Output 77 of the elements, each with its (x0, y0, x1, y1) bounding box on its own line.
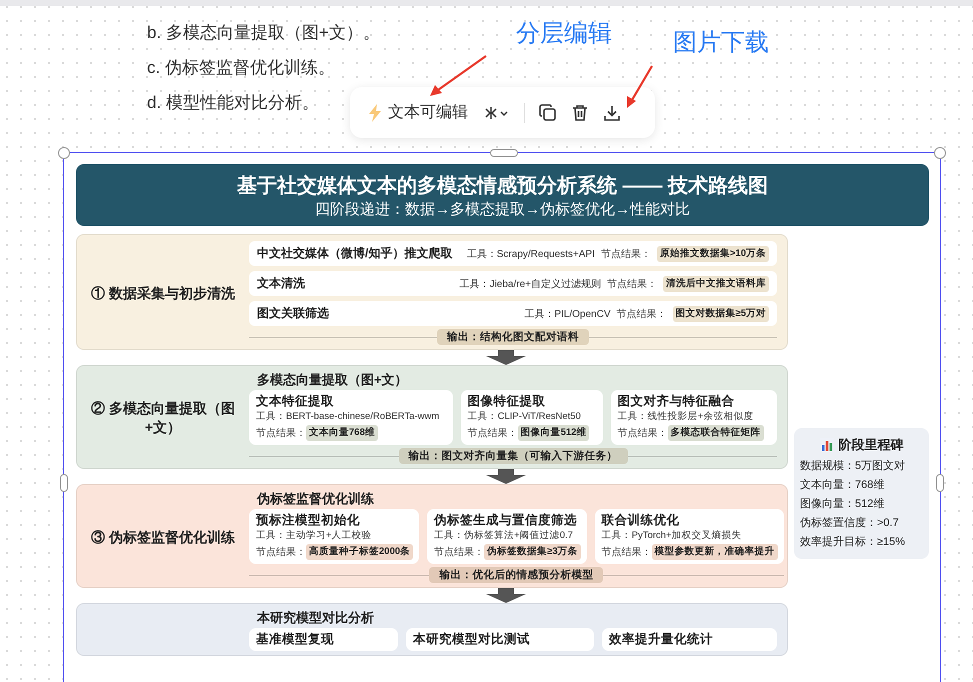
result-label: 节点结果： (618, 426, 668, 440)
step-name: 联合训练优化 (602, 512, 681, 528)
down-arrow-icon (486, 350, 526, 365)
list-item: d. 模型性能对比分析。 (147, 92, 319, 114)
resize-handle[interactable] (490, 149, 518, 157)
down-arrow-icon (486, 588, 526, 603)
step-name: 效率提升量化统计 (609, 631, 714, 647)
result-label: 节点结果： (607, 278, 657, 290)
tool-text: 工具：BERT-base-chinese/RoBERTa-wwm (256, 410, 440, 424)
milestone-item: 伪标签置信度：>0.7 (800, 516, 900, 531)
step-name: 中文社交媒体（微博/知乎）推文爬取 (257, 245, 454, 262)
result-label: 节点结果： (468, 426, 518, 440)
result-label: 节点结果： (256, 426, 306, 440)
annotation-label: 图片下载 (673, 28, 769, 58)
result-tag: 图像向量512维 (518, 425, 590, 441)
result-label: 节点结果： (256, 546, 306, 559)
milestone-item: 图像向量：512维 (800, 496, 886, 512)
output-tag: 输出：优化后的情感预分析模型 (429, 567, 604, 583)
list-item: c. 伪标签监督优化训练。 (147, 57, 335, 79)
result-tag: 文本向量768维 (306, 425, 378, 441)
output-tag: 输出：图文对齐向量集（可输入下游任务） (398, 448, 628, 464)
step-name: 图文对齐与特征融合 (618, 393, 736, 409)
result-tag: 清洗后中文推文语料库 (663, 276, 769, 292)
annotation-arrow (624, 64, 654, 110)
milestone-item: 数据规模：5万图文对 (800, 458, 906, 474)
annotation-label: 分层编辑 (516, 19, 612, 49)
step-name: 图像特征提取 (468, 393, 547, 409)
milestone-title: 阶段里程碑 (838, 436, 904, 454)
list-item: b. 多模态向量提取（图+文）。 (147, 22, 380, 44)
copy-icon[interactable] (539, 104, 557, 122)
resize-handle[interactable] (934, 147, 946, 159)
tool-text: 工具：伪标签算法+阈值过滤0.7 (434, 529, 574, 543)
stage-label: ③ 伪标签监督优化训练 (91, 528, 235, 546)
diagram-title: 基于社交媒体文本的多模态情感预分析系统 —— 技术路线图 (236, 174, 770, 199)
result-tag: 模型参数更新，准确率提升 (652, 544, 778, 560)
output-tag: 输出：结构化图文配对语料 (437, 329, 589, 345)
result-tag: 高质量种子标签2000条 (306, 544, 414, 560)
tool-text: 工具：PIL/OpenCV (524, 308, 610, 320)
stage-label: ② 多模态向量提取（图+文） (90, 399, 236, 437)
step-name: 基准模型复现 (256, 631, 335, 647)
result-label: 节点结果： (434, 546, 484, 559)
tool-text: 工具：CLIP-ViT/ResNet50 (468, 410, 582, 424)
stage-heading: 本研究模型对比分析 (257, 610, 375, 626)
step-name: 预标注模型初始化 (256, 512, 361, 528)
result-tag: 多模态联合特征矩阵 (668, 425, 764, 441)
stage-heading: 多模态向量提取（图+文） (257, 372, 409, 388)
result-tag: 原始推文数据集>10万条 (656, 246, 769, 262)
result-tag: 伪标签数据集≥3万条 (484, 544, 581, 560)
stage-label: ① 数据采集与初步清洗 (91, 284, 235, 302)
stage-heading: 伪标签监督优化训练 (257, 491, 375, 507)
tool-text: 工具：线性投影层+余弦相似度 (618, 410, 754, 424)
bar-chart-icon (820, 438, 834, 452)
tool-text: 工具：主动学习+人工校验 (256, 529, 373, 543)
tool-text: 工具：PyTorch+加权交叉熵损失 (602, 529, 743, 543)
resize-handle[interactable] (936, 474, 944, 492)
step-name: 文本清洗 (257, 275, 306, 292)
lightning-icon (368, 104, 382, 122)
milestone-item: 效率提升目标：≥15% (800, 534, 906, 550)
step-name: 文本特征提取 (256, 393, 335, 409)
annotation-arrow (428, 54, 488, 98)
resize-handle[interactable] (60, 474, 68, 492)
milestone-item: 文本向量：768维 (800, 478, 886, 493)
step-name: 伪标签生成与置信度筛选 (434, 512, 578, 528)
text-editable-button[interactable]: 文本可编辑 (388, 102, 468, 123)
tool-text: 工具：Jieba/re+自定义过滤规则 (460, 278, 601, 290)
down-arrow-icon (486, 469, 526, 484)
diagram-subtitle: 四阶段递进：数据→多模态提取→伪标签优化→性能对比 (314, 200, 691, 220)
tool-text: 工具：Scrapy/Requests+API (466, 248, 595, 260)
trash-icon[interactable] (571, 104, 589, 122)
step-name: 本研究模型对比测试 (413, 631, 531, 647)
result-label: 节点结果： (600, 248, 651, 260)
resize-handle[interactable] (58, 147, 70, 159)
download-icon[interactable] (603, 104, 621, 122)
result-label: 节点结果： (616, 308, 666, 320)
step-name: 图文关联筛选 (257, 305, 330, 322)
result-tag: 图文对数据集≥5万对 (672, 306, 769, 322)
result-label: 节点结果： (602, 546, 652, 559)
